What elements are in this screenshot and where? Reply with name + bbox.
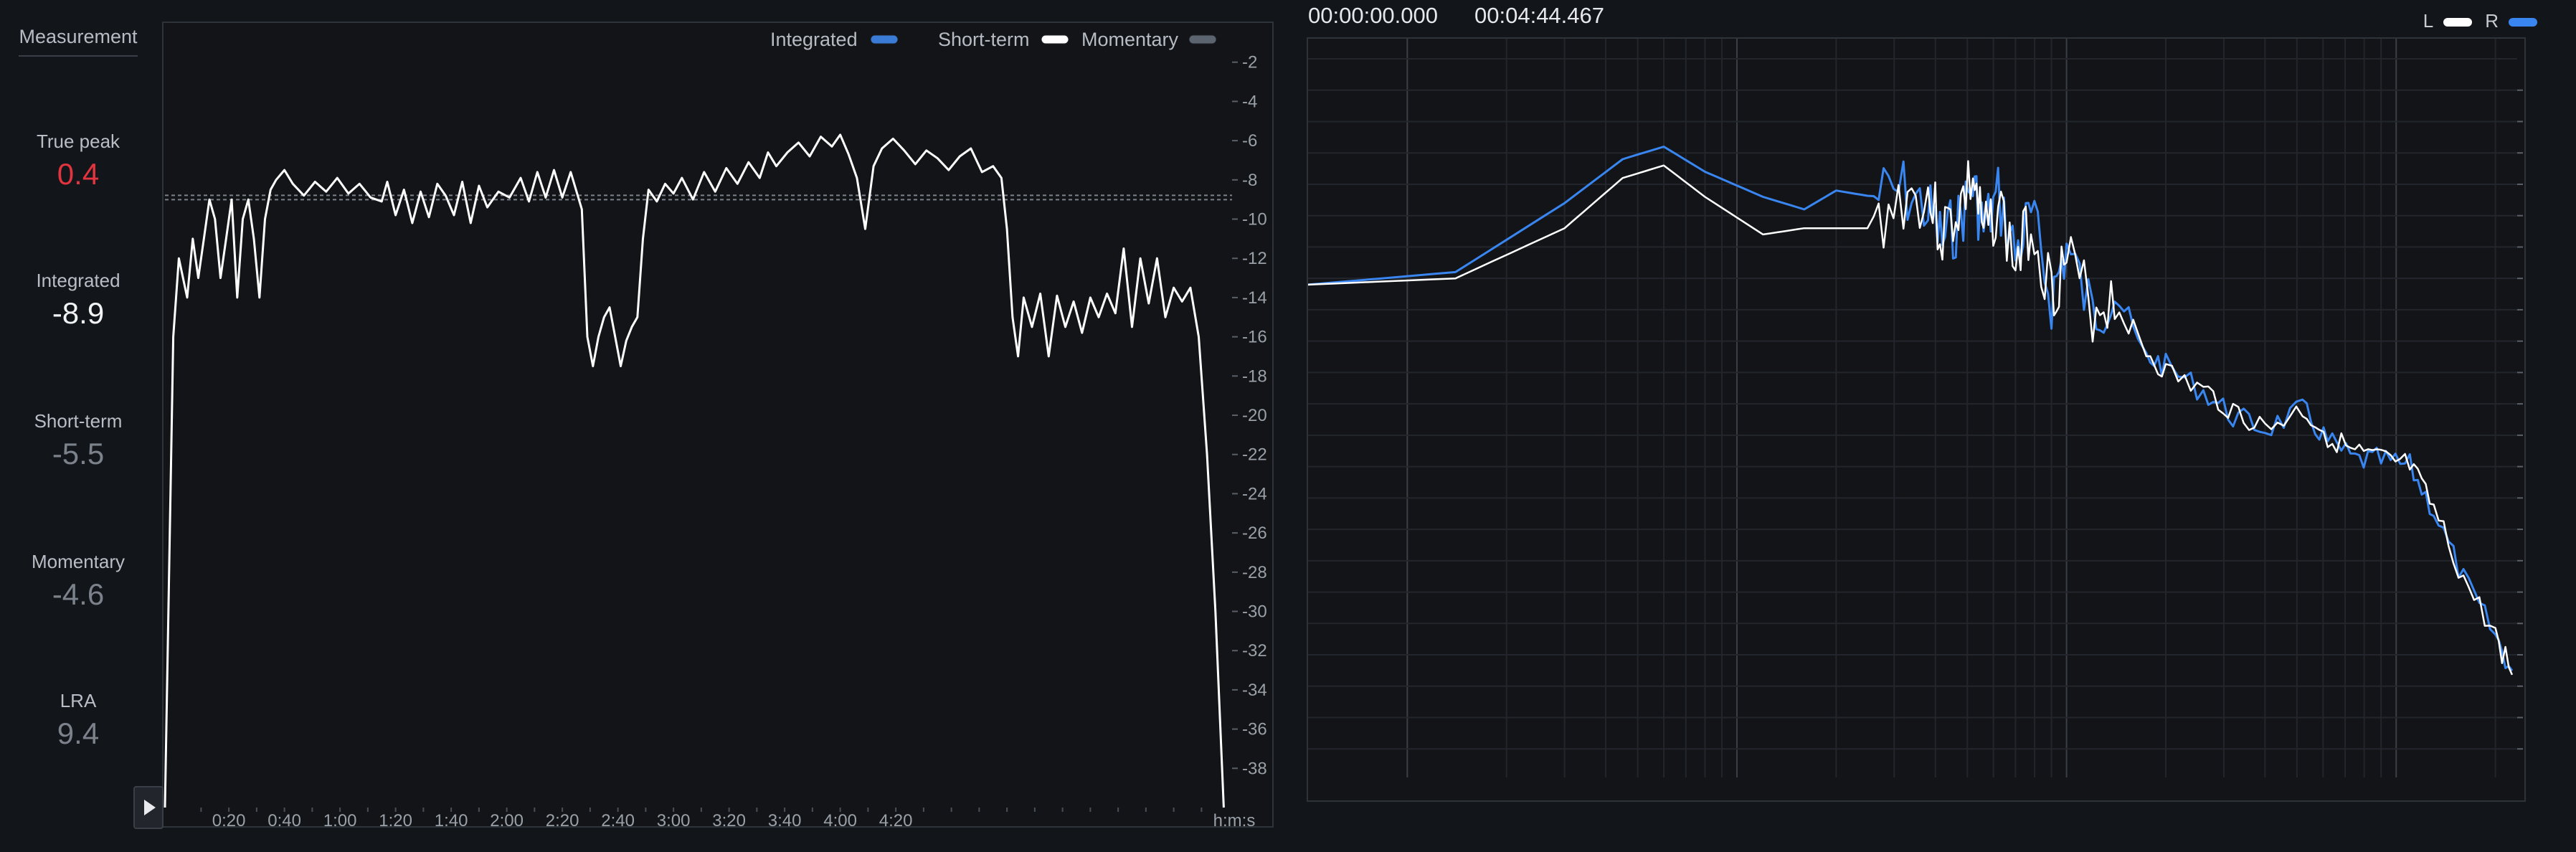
- lra-metric: LRA 9.4: [0, 690, 156, 751]
- y-tick-label: -10: [1242, 210, 1267, 229]
- spectrum-graph[interactable]: dB10152025303540455055606570758085909510…: [1308, 39, 2524, 800]
- y-tick-label: -14: [1242, 288, 1267, 308]
- y-tick-label: -38: [1242, 759, 1267, 778]
- measurement-sidebar: Measurement True peak 0.4 Integrated -8.…: [0, 0, 156, 852]
- momentary-value: -4.6: [52, 577, 105, 611]
- spectrum-panel[interactable]: dB10152025303540455055606570758085909510…: [1307, 37, 2526, 802]
- y-tick-label: -22: [1242, 445, 1267, 465]
- y-tick-label: -28: [1242, 563, 1267, 582]
- x-tick-label: 1:00: [323, 811, 357, 826]
- x-tick-label: 3:40: [768, 811, 802, 826]
- time-end: 00:04:44.467: [1474, 3, 1605, 28]
- x-tick-label: 1:20: [379, 811, 412, 826]
- legend-momentary-label: Momentary: [1081, 29, 1179, 50]
- y-tick-label: -34: [1242, 681, 1267, 700]
- x-tick-label: 2:00: [490, 811, 524, 826]
- x-tick-label: 4:20: [879, 811, 913, 826]
- y-tick-label: -18: [1242, 366, 1267, 386]
- true-peak-metric: True peak 0.4: [0, 131, 156, 191]
- integrated-metric: Integrated -8.9: [0, 270, 156, 331]
- lra-label: LRA: [60, 690, 97, 711]
- short-term-metric: Short-term -5.5: [0, 410, 156, 471]
- y-tick-label: -32: [1242, 641, 1267, 661]
- true-peak-label: True peak: [36, 131, 120, 152]
- y-tick-label: -12: [1242, 249, 1267, 268]
- play-button[interactable]: [133, 786, 164, 829]
- y-tick-label: -26: [1242, 524, 1267, 543]
- lra-value: 9.4: [57, 716, 100, 750]
- legend-short-term-label: Short-term: [938, 29, 1030, 50]
- momentary-metric: Momentary -4.6: [0, 551, 156, 612]
- time-start: 00:00:00.000: [1308, 3, 1439, 28]
- legend-r-swatch: [2509, 18, 2537, 27]
- x-tick-label: 2:40: [601, 811, 635, 826]
- x-tick-label: 2:20: [546, 811, 579, 826]
- legend-r-label: R: [2485, 10, 2499, 32]
- short-term-series: [164, 133, 1225, 808]
- spectrum-l-series: [1308, 160, 2514, 676]
- x-tick-label: 3:00: [657, 811, 691, 826]
- y-tick-label: -30: [1242, 602, 1267, 622]
- legend-l-swatch: [2443, 18, 2473, 27]
- legend-integrated-swatch: [870, 34, 899, 44]
- short-term-label: Short-term: [34, 410, 123, 432]
- y-tick-label: -2: [1242, 53, 1257, 72]
- integrated-label: Integrated: [36, 270, 120, 291]
- y-tick-label: -8: [1242, 171, 1257, 190]
- true-peak-value: 0.4: [57, 157, 100, 191]
- x-tick-label: 3:20: [712, 811, 746, 826]
- y-tick-label: -6: [1242, 131, 1257, 151]
- x-tick-label: 1:40: [435, 811, 468, 826]
- spectrum-legend: LR: [2423, 10, 2550, 32]
- legend-integrated-label: Integrated: [770, 29, 858, 50]
- spectrum-header: 00:00:00.000 00:04:44.467 LR: [1307, 0, 2576, 36]
- short-term-value: -5.5: [52, 437, 105, 470]
- x-tick-label: 0:40: [267, 811, 301, 826]
- y-tick-label: -4: [1242, 92, 1257, 111]
- y-tick-label: -36: [1242, 720, 1267, 739]
- loudness-history-graph[interactable]: -2 -4 -6 -8 -10 -12 -14 -16 -18 -20 -22 -24 -26 -28 -3…: [164, 23, 1272, 826]
- y-tick-label: -20: [1242, 406, 1267, 425]
- x-tick-label: 0:20: [212, 811, 246, 826]
- loudness-history-panel[interactable]: -2 -4 -6 -8 -10 -12 -14 -16 -18 -20 -22 -24 -26 -28 -3…: [162, 22, 1274, 828]
- momentary-label: Momentary: [31, 551, 126, 572]
- legend-momentary-swatch: [1188, 34, 1217, 44]
- legend-l-label: L: [2423, 10, 2434, 32]
- integrated-value: -8.9: [52, 296, 105, 330]
- y-tick-label: -24: [1242, 484, 1267, 503]
- x-tick-label: 4:00: [823, 811, 857, 826]
- legend-short-term-swatch: [1041, 34, 1069, 44]
- x-unit-label: h:m:s: [1213, 811, 1256, 826]
- y-tick-label: -16: [1242, 328, 1267, 347]
- measurement-title: Measurement: [19, 26, 138, 57]
